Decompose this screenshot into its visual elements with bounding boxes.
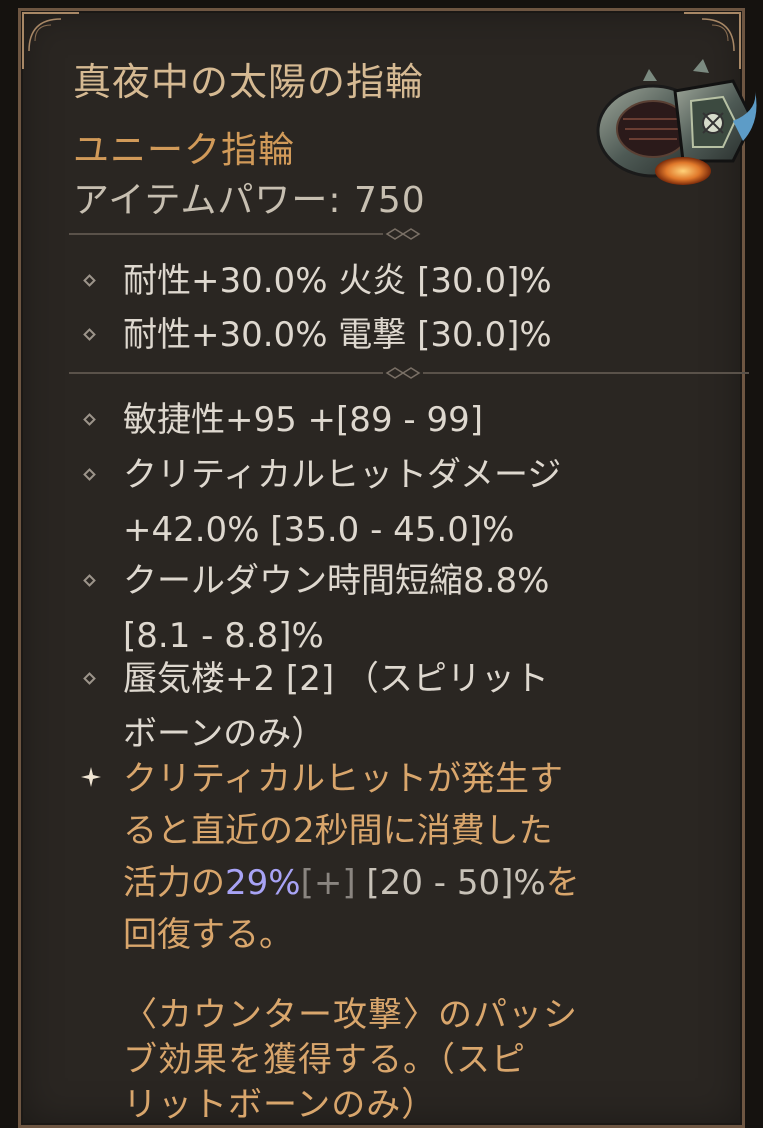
affix-line: 敏捷性+95 +[89 - 99] xyxy=(123,400,483,440)
item-name: 真夜中の太陽の指輪 xyxy=(73,60,425,104)
unique-power-value: 29% xyxy=(225,863,301,903)
affix-row: クリティカルヒットダメージ +42.0% [35.0 - 45.0]% xyxy=(73,448,723,558)
ring-icon xyxy=(596,59,757,185)
passive-line: 〈カウンター攻撃〉のパッシ xyxy=(123,995,578,1035)
affix-line: クールダウン時間短縮8.8% xyxy=(123,561,550,601)
passive-line: リットボーンのみ） xyxy=(123,1085,437,1125)
unique-power-line: クリティカルヒットが発生す xyxy=(123,759,563,799)
diamond-bullet-icon xyxy=(83,468,96,481)
diamond-bullet-icon xyxy=(83,413,96,426)
diamond-bullet-icon xyxy=(83,574,96,587)
diamond-bullet-icon xyxy=(83,672,96,685)
affix-row: クールダウン時間短縮8.8% [8.1 - 8.8]% xyxy=(73,554,723,664)
passive-description: 〈カウンター攻撃〉のパッシ ブ効果を獲得する。（スピ リットボーンのみ） xyxy=(123,993,743,1128)
affix-row: 蜃気楼+2 [2] （スピリット ボーンのみ） xyxy=(73,652,723,762)
affix-line: 蜃気楼+2 [2] （スピリット xyxy=(123,659,549,699)
item-tooltip: 真夜中の太陽の指輪 ユニーク指輪 アイテムパワー: 750 耐性+30.0% 火… xyxy=(18,8,757,1128)
upgrade-marker: [+] xyxy=(300,863,356,903)
unique-power-row: クリティカルヒットが発生す ると直近の2秒間に消費した 活力の29%[+] [2… xyxy=(73,753,723,961)
unique-power-line: 回復する。 xyxy=(123,915,293,955)
unique-power-prefix: 活力の xyxy=(123,863,225,903)
affix-line: クリティカルヒットダメージ xyxy=(123,455,562,495)
passive-line: ブ効果を獲得する。（スピ xyxy=(123,1040,526,1080)
frame-corner-top-left xyxy=(22,12,79,69)
unique-power-line: ると直近の2秒間に消費した xyxy=(123,811,553,851)
implicit-affix-text: 耐性+30.0% 火炎 [30.0]% xyxy=(123,261,552,301)
unique-power-range: [20 - 50]% xyxy=(355,863,546,903)
implicit-affix-row: 耐性+30.0% 電撃 [30.0]% xyxy=(73,308,723,363)
item-power: アイテムパワー: 750 xyxy=(73,180,426,221)
unique-power-suffix: を xyxy=(545,863,580,903)
unique-power-line: 活力の29%[+] [20 - 50]%を xyxy=(123,857,723,909)
implicit-affix-text: 耐性+30.0% 電撃 [30.0]% xyxy=(123,315,552,355)
implicit-affix-row: 耐性+30.0% 火炎 [30.0]% xyxy=(73,254,723,309)
star-bullet-icon xyxy=(81,767,101,787)
affix-line: +42.0% [35.0 - 45.0]% xyxy=(123,510,515,550)
section-divider xyxy=(69,367,749,379)
diamond-bullet-icon xyxy=(83,328,96,341)
section-divider xyxy=(69,228,421,240)
diamond-bullet-icon xyxy=(83,274,96,287)
item-type: ユニーク指輪 xyxy=(73,130,296,171)
affix-row: 敏捷性+95 +[89 - 99] xyxy=(73,393,723,448)
